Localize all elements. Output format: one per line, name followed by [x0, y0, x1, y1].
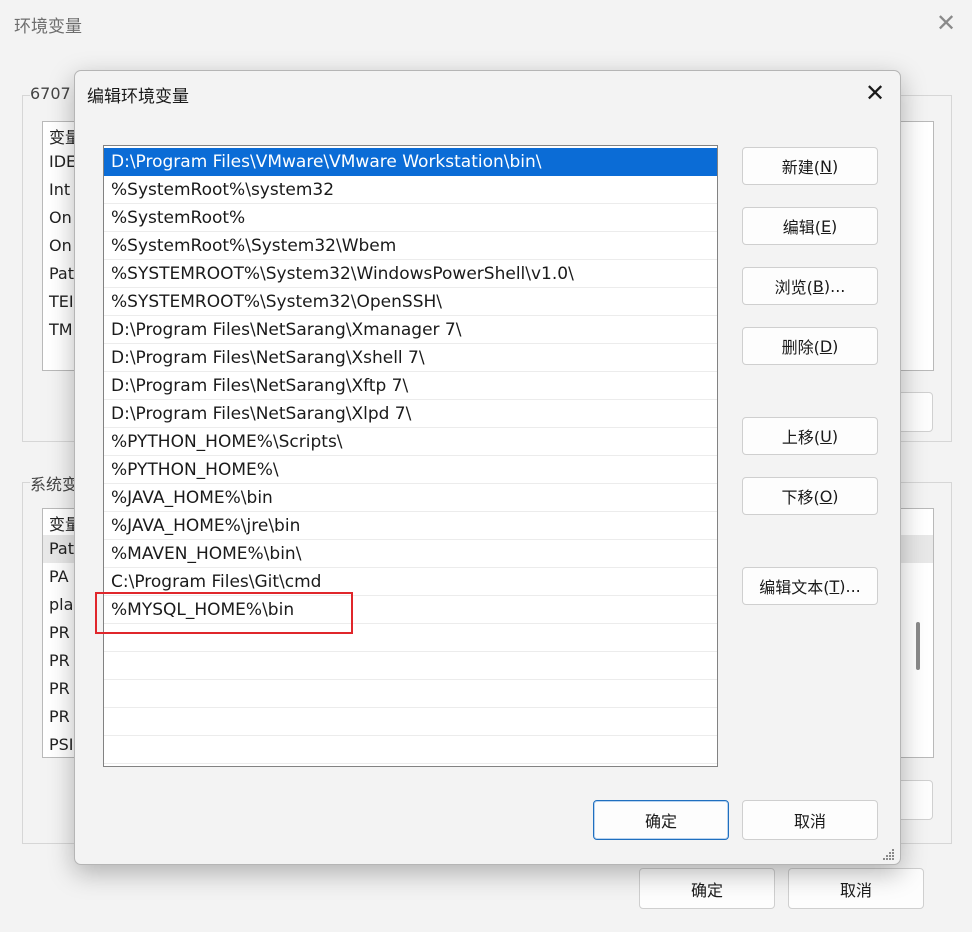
path-entry-row[interactable]: %SYSTEMROOT%\System32\WindowsPowerShell\…: [104, 260, 717, 288]
path-entry-empty-row[interactable]: [104, 708, 717, 736]
edit-text-button-suffix: )...: [839, 576, 861, 596]
bg-cancel-button[interactable]: 取消: [788, 868, 924, 909]
dialog-title: 编辑环境变量: [87, 87, 189, 107]
browse-button-label: 浏览(: [774, 278, 813, 297]
move-up-button-suffix: ): [831, 426, 839, 446]
new-button[interactable]: 新建(N): [742, 147, 878, 185]
path-entry-row[interactable]: %MYSQL_HOME%\bin: [104, 596, 717, 624]
path-entry-row[interactable]: C:\Program Files\Git\cmd: [104, 568, 717, 596]
move-down-button-label: 下移(: [781, 488, 820, 507]
path-entry-row[interactable]: %SystemRoot%\system32: [104, 176, 717, 204]
path-entry-empty-row[interactable]: [104, 624, 717, 652]
user-variables-group-label: 6707: [30, 84, 74, 103]
move-up-button[interactable]: 上移(U): [742, 417, 878, 455]
path-entry-row[interactable]: %SystemRoot%: [104, 204, 717, 232]
edit-text-button-label: 编辑文本(: [759, 578, 830, 597]
cancel-button[interactable]: 取消: [742, 800, 878, 840]
path-entry-row[interactable]: D:\Program Files\NetSarang\Xlpd 7\: [104, 400, 717, 428]
new-button-suffix: ): [831, 156, 839, 176]
path-entry-empty-row[interactable]: [104, 680, 717, 708]
delete-button-key: D: [819, 336, 833, 356]
path-entry-row[interactable]: D:\Program Files\VMware\VMware Workstati…: [104, 148, 717, 176]
edit-text-button-key: T: [829, 576, 840, 596]
move-down-button[interactable]: 下移(O): [742, 477, 878, 515]
path-entry-row[interactable]: D:\Program Files\NetSarang\Xftp 7\: [104, 372, 717, 400]
path-entry-empty-row[interactable]: [104, 736, 717, 764]
edit-environment-variable-dialog: 编辑环境变量 ✕ D:\Program Files\VMware\VMware …: [74, 70, 901, 865]
path-entry-row[interactable]: %SystemRoot%\System32\Wbem: [104, 232, 717, 260]
delete-button-suffix: ): [832, 336, 839, 356]
path-entry-row[interactable]: D:\Program Files\NetSarang\Xmanager 7\: [104, 316, 717, 344]
edit-button-label: 编辑(: [782, 218, 821, 237]
path-entry-row[interactable]: %JAVA_HOME%\jre\bin: [104, 512, 717, 540]
delete-button-label: 删除(: [781, 338, 820, 357]
dialog-close-icon[interactable]: ✕: [855, 77, 895, 109]
path-entry-row[interactable]: D:\Program Files\NetSarang\Xshell 7\: [104, 344, 717, 372]
move-down-button-key: O: [819, 486, 833, 506]
browse-button[interactable]: 浏览(B)...: [742, 267, 878, 305]
bg-window-title: 环境变量: [14, 17, 82, 37]
edit-text-button[interactable]: 编辑文本(T)...: [742, 567, 878, 605]
new-button-label: 新建(: [781, 158, 821, 177]
browse-button-suffix: )...: [823, 276, 846, 296]
path-entry-row[interactable]: %SYSTEMROOT%\System32\OpenSSH\: [104, 288, 717, 316]
ok-button[interactable]: 确定: [593, 800, 729, 840]
browse-button-key: B: [812, 276, 824, 296]
bg-titlebar: 环境变量 ✕: [0, 0, 972, 46]
path-entries-list[interactable]: D:\Program Files\VMware\VMware Workstati…: [103, 145, 718, 767]
system-vars-scrollbar-thumb[interactable]: [916, 622, 920, 670]
path-entry-empty-row[interactable]: [104, 652, 717, 680]
path-entry-row[interactable]: %JAVA_HOME%\bin: [104, 484, 717, 512]
path-entry-row[interactable]: %PYTHON_HOME%\Scripts\: [104, 428, 717, 456]
move-down-button-suffix: ): [832, 486, 839, 506]
path-entry-row[interactable]: %PYTHON_HOME%\: [104, 456, 717, 484]
edit-button[interactable]: 编辑(E): [742, 207, 878, 245]
new-button-key: N: [820, 156, 832, 176]
bg-ok-button[interactable]: 确定: [639, 868, 775, 909]
move-up-button-key: U: [820, 426, 832, 446]
move-up-button-label: 上移(: [781, 428, 821, 447]
bg-close-icon[interactable]: ✕: [928, 8, 964, 38]
edit-button-key: E: [820, 216, 832, 236]
edit-button-suffix: ): [831, 216, 838, 236]
resize-grip-icon[interactable]: [883, 849, 895, 861]
delete-button[interactable]: 删除(D): [742, 327, 878, 365]
path-entry-row[interactable]: %MAVEN_HOME%\bin\: [104, 540, 717, 568]
